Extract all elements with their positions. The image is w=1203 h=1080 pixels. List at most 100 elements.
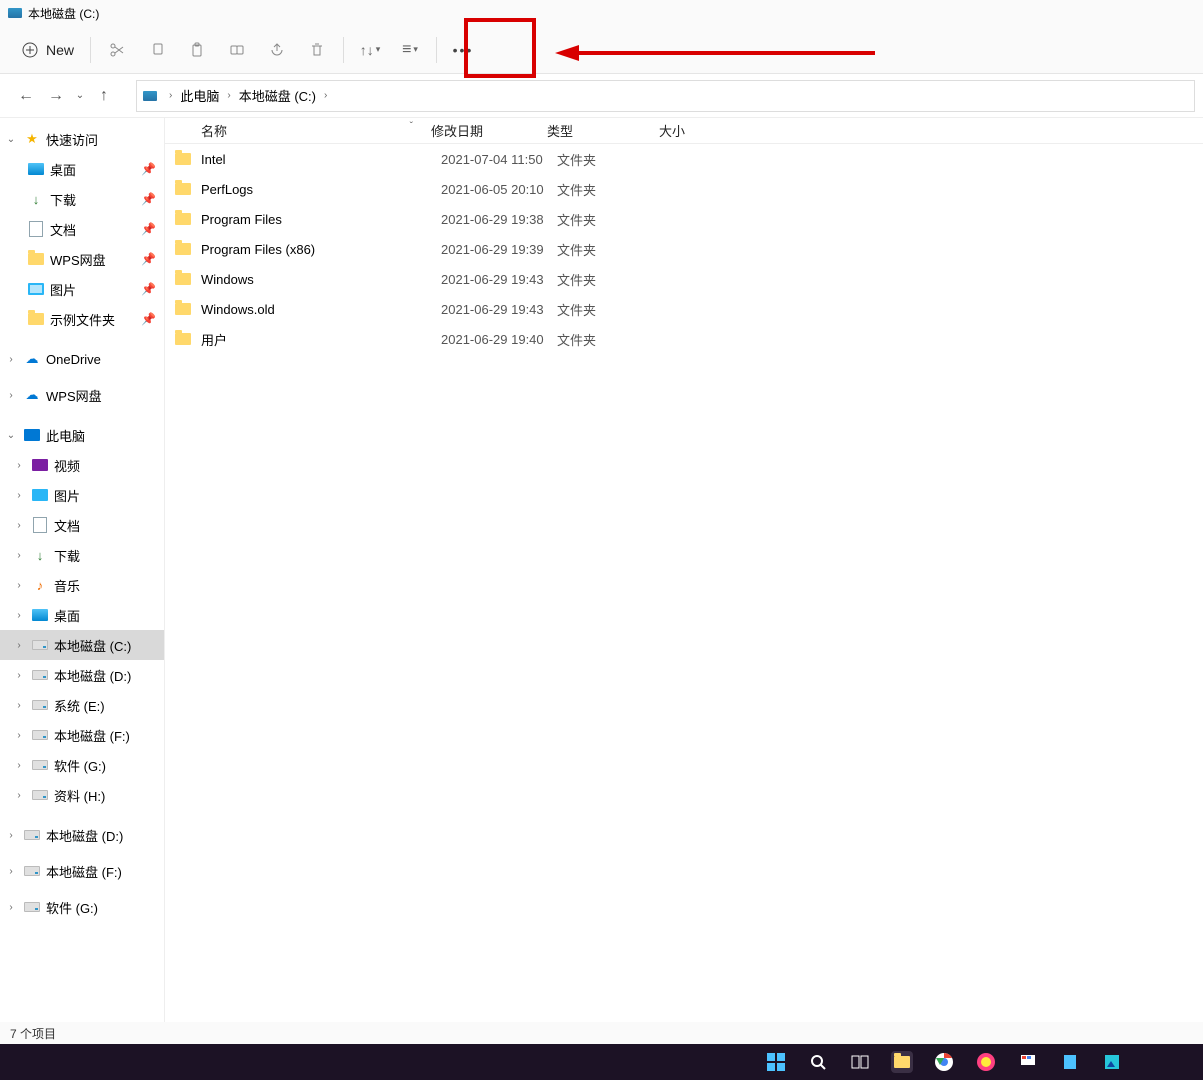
app-taskbar-2[interactable] (1017, 1051, 1039, 1073)
new-button[interactable]: New (12, 30, 84, 70)
sidebar-item-qa[interactable]: 桌面📌 (0, 154, 164, 184)
chevron-down-icon: ⌄ (76, 90, 84, 101)
search-button[interactable] (807, 1051, 829, 1073)
table-row[interactable]: Windows2021-06-29 19:43文件夹 (165, 264, 1203, 294)
sort-button[interactable]: ↑↓▾ (350, 30, 390, 70)
folder-icon (175, 153, 191, 165)
view-button[interactable]: ≡▾ (390, 30, 430, 70)
sidebar-item-pc[interactable]: ›桌面 (0, 600, 164, 630)
crumb-this-pc[interactable]: 此电脑 (180, 86, 219, 105)
taskview-button[interactable] (849, 1051, 871, 1073)
col-name[interactable]: 名称ˇ (201, 121, 431, 140)
more-button[interactable]: ••• (443, 30, 483, 70)
copy-button[interactable] (137, 30, 177, 70)
item-icon (28, 311, 44, 327)
col-type[interactable]: 类型 (547, 121, 659, 140)
share-button[interactable] (257, 30, 297, 70)
disk-icon (24, 827, 40, 843)
sidebar-item-pc[interactable]: ›视频 (0, 450, 164, 480)
table-row[interactable]: PerfLogs2021-06-05 20:10文件夹 (165, 174, 1203, 204)
file-date: 2021-06-29 19:39 (441, 242, 557, 257)
sidebar-quick-access[interactable]: ⌄ ★ 快速访问 (0, 124, 164, 154)
sidebar-item-qa[interactable]: 图片📌 (0, 274, 164, 304)
sidebar-item-qa[interactable]: 文档📌 (0, 214, 164, 244)
crumb-drive[interactable]: 本地磁盘 (C:) (239, 86, 316, 105)
arrow-right-icon: → (48, 87, 64, 105)
item-icon: ♪ (32, 577, 48, 593)
sidebar-item-qa[interactable]: ↓下载📌 (0, 184, 164, 214)
rename-button[interactable] (217, 30, 257, 70)
this-pc-label: 此电脑 (46, 426, 85, 445)
chevron-right-icon: › (4, 902, 18, 913)
table-row[interactable]: Program Files2021-06-29 19:38文件夹 (165, 204, 1203, 234)
sidebar-item-pc[interactable]: ›软件 (G:) (0, 750, 164, 780)
breadcrumb[interactable]: › 此电脑 › 本地磁盘 (C:) › (136, 80, 1195, 112)
copy-icon (149, 42, 165, 58)
sidebar-item-pc[interactable]: ›本地磁盘 (F:) (0, 720, 164, 750)
scissors-icon (109, 42, 125, 58)
table-row[interactable]: Program Files (x86)2021-06-29 19:39文件夹 (165, 234, 1203, 264)
up-button[interactable]: ↑ (90, 82, 118, 110)
sidebar-onedrive[interactable]: › ☁ OneDrive (0, 344, 164, 374)
cut-button[interactable] (97, 30, 137, 70)
col-date[interactable]: 修改日期 (431, 121, 547, 140)
table-row[interactable]: 用户2021-06-29 19:40文件夹 (165, 324, 1203, 354)
chrome-taskbar[interactable] (933, 1051, 955, 1073)
sidebar-item-drive[interactable]: ›软件 (G:) (0, 892, 164, 922)
sidebar-item-drive[interactable]: ›本地磁盘 (F:) (0, 856, 164, 886)
content-pane: 名称ˇ 修改日期 类型 大小 Intel2021-07-04 11:50文件夹P… (164, 118, 1203, 1022)
app-taskbar-4[interactable] (1101, 1051, 1123, 1073)
taskbar[interactable] (0, 1044, 1203, 1080)
delete-button[interactable] (297, 30, 337, 70)
colorful-circle-icon (976, 1052, 996, 1072)
sidebar-item-qa[interactable]: WPS网盘📌 (0, 244, 164, 274)
sidebar-item-pc[interactable]: ›♪音乐 (0, 570, 164, 600)
table-row[interactable]: Intel2021-07-04 11:50文件夹 (165, 144, 1203, 174)
photos-icon (1103, 1053, 1121, 1071)
sidebar-item-label: 桌面 (50, 160, 76, 179)
annotation-arrow (555, 43, 875, 73)
sort-icon: ↑↓ (360, 42, 374, 58)
sidebar-item-pc[interactable]: ›文档 (0, 510, 164, 540)
file-name: Program Files (201, 212, 441, 227)
sidebar-item-pc[interactable]: ›本地磁盘 (D:) (0, 660, 164, 690)
sidebar-this-pc[interactable]: ⌄ 此电脑 (0, 420, 164, 450)
column-headers[interactable]: 名称ˇ 修改日期 类型 大小 (165, 118, 1203, 144)
file-name: Program Files (x86) (201, 242, 441, 257)
folder-icon (175, 303, 191, 315)
sidebar-item-drive[interactable]: ›本地磁盘 (D:) (0, 820, 164, 850)
paste-button[interactable] (177, 30, 217, 70)
sidebar-item-pc[interactable]: ›图片 (0, 480, 164, 510)
app-taskbar-3[interactable] (1059, 1051, 1081, 1073)
app-taskbar-1[interactable] (975, 1051, 997, 1073)
sidebar-item-label: 示例文件夹 (50, 310, 115, 329)
col-size[interactable]: 大小 (659, 121, 1203, 140)
recent-button[interactable]: ⌄ (72, 82, 88, 110)
explorer-taskbar[interactable] (891, 1051, 913, 1073)
window-title: 本地磁盘 (C:) (28, 5, 99, 22)
sidebar-item-pc[interactable]: ›系统 (E:) (0, 690, 164, 720)
start-button[interactable] (765, 1051, 787, 1073)
folder-icon (894, 1056, 910, 1068)
sidebar-item-pc[interactable]: ›↓下载 (0, 540, 164, 570)
sidebar-item-label: 本地磁盘 (F:) (54, 726, 130, 745)
file-type: 文件夹 (557, 240, 669, 259)
windows-icon (767, 1053, 785, 1071)
folder-icon (175, 183, 191, 195)
file-list[interactable]: Intel2021-07-04 11:50文件夹PerfLogs2021-06-… (165, 144, 1203, 1022)
sidebar[interactable]: ⌄ ★ 快速访问 桌面📌↓下载📌文档📌WPS网盘📌图片📌示例文件夹📌 › ☁ O… (0, 118, 164, 1022)
back-button[interactable]: ← (12, 82, 40, 110)
folder-icon (175, 273, 191, 285)
sidebar-item-label: 下载 (50, 190, 76, 209)
sidebar-wps[interactable]: › ☁ WPS网盘 (0, 380, 164, 410)
sidebar-item-qa[interactable]: 示例文件夹📌 (0, 304, 164, 334)
toolbar: New ↑↓▾ ≡▾ ••• (0, 26, 1203, 74)
forward-button[interactable]: → (42, 82, 70, 110)
item-icon (32, 517, 48, 533)
item-icon (28, 281, 44, 297)
sidebar-item-pc[interactable]: ›本地磁盘 (C:) (0, 630, 164, 660)
sidebar-item-label: 本地磁盘 (C:) (54, 636, 131, 655)
table-row[interactable]: Windows.old2021-06-29 19:43文件夹 (165, 294, 1203, 324)
chevron-right-icon: › (4, 390, 18, 401)
sidebar-item-pc[interactable]: ›资料 (H:) (0, 780, 164, 810)
